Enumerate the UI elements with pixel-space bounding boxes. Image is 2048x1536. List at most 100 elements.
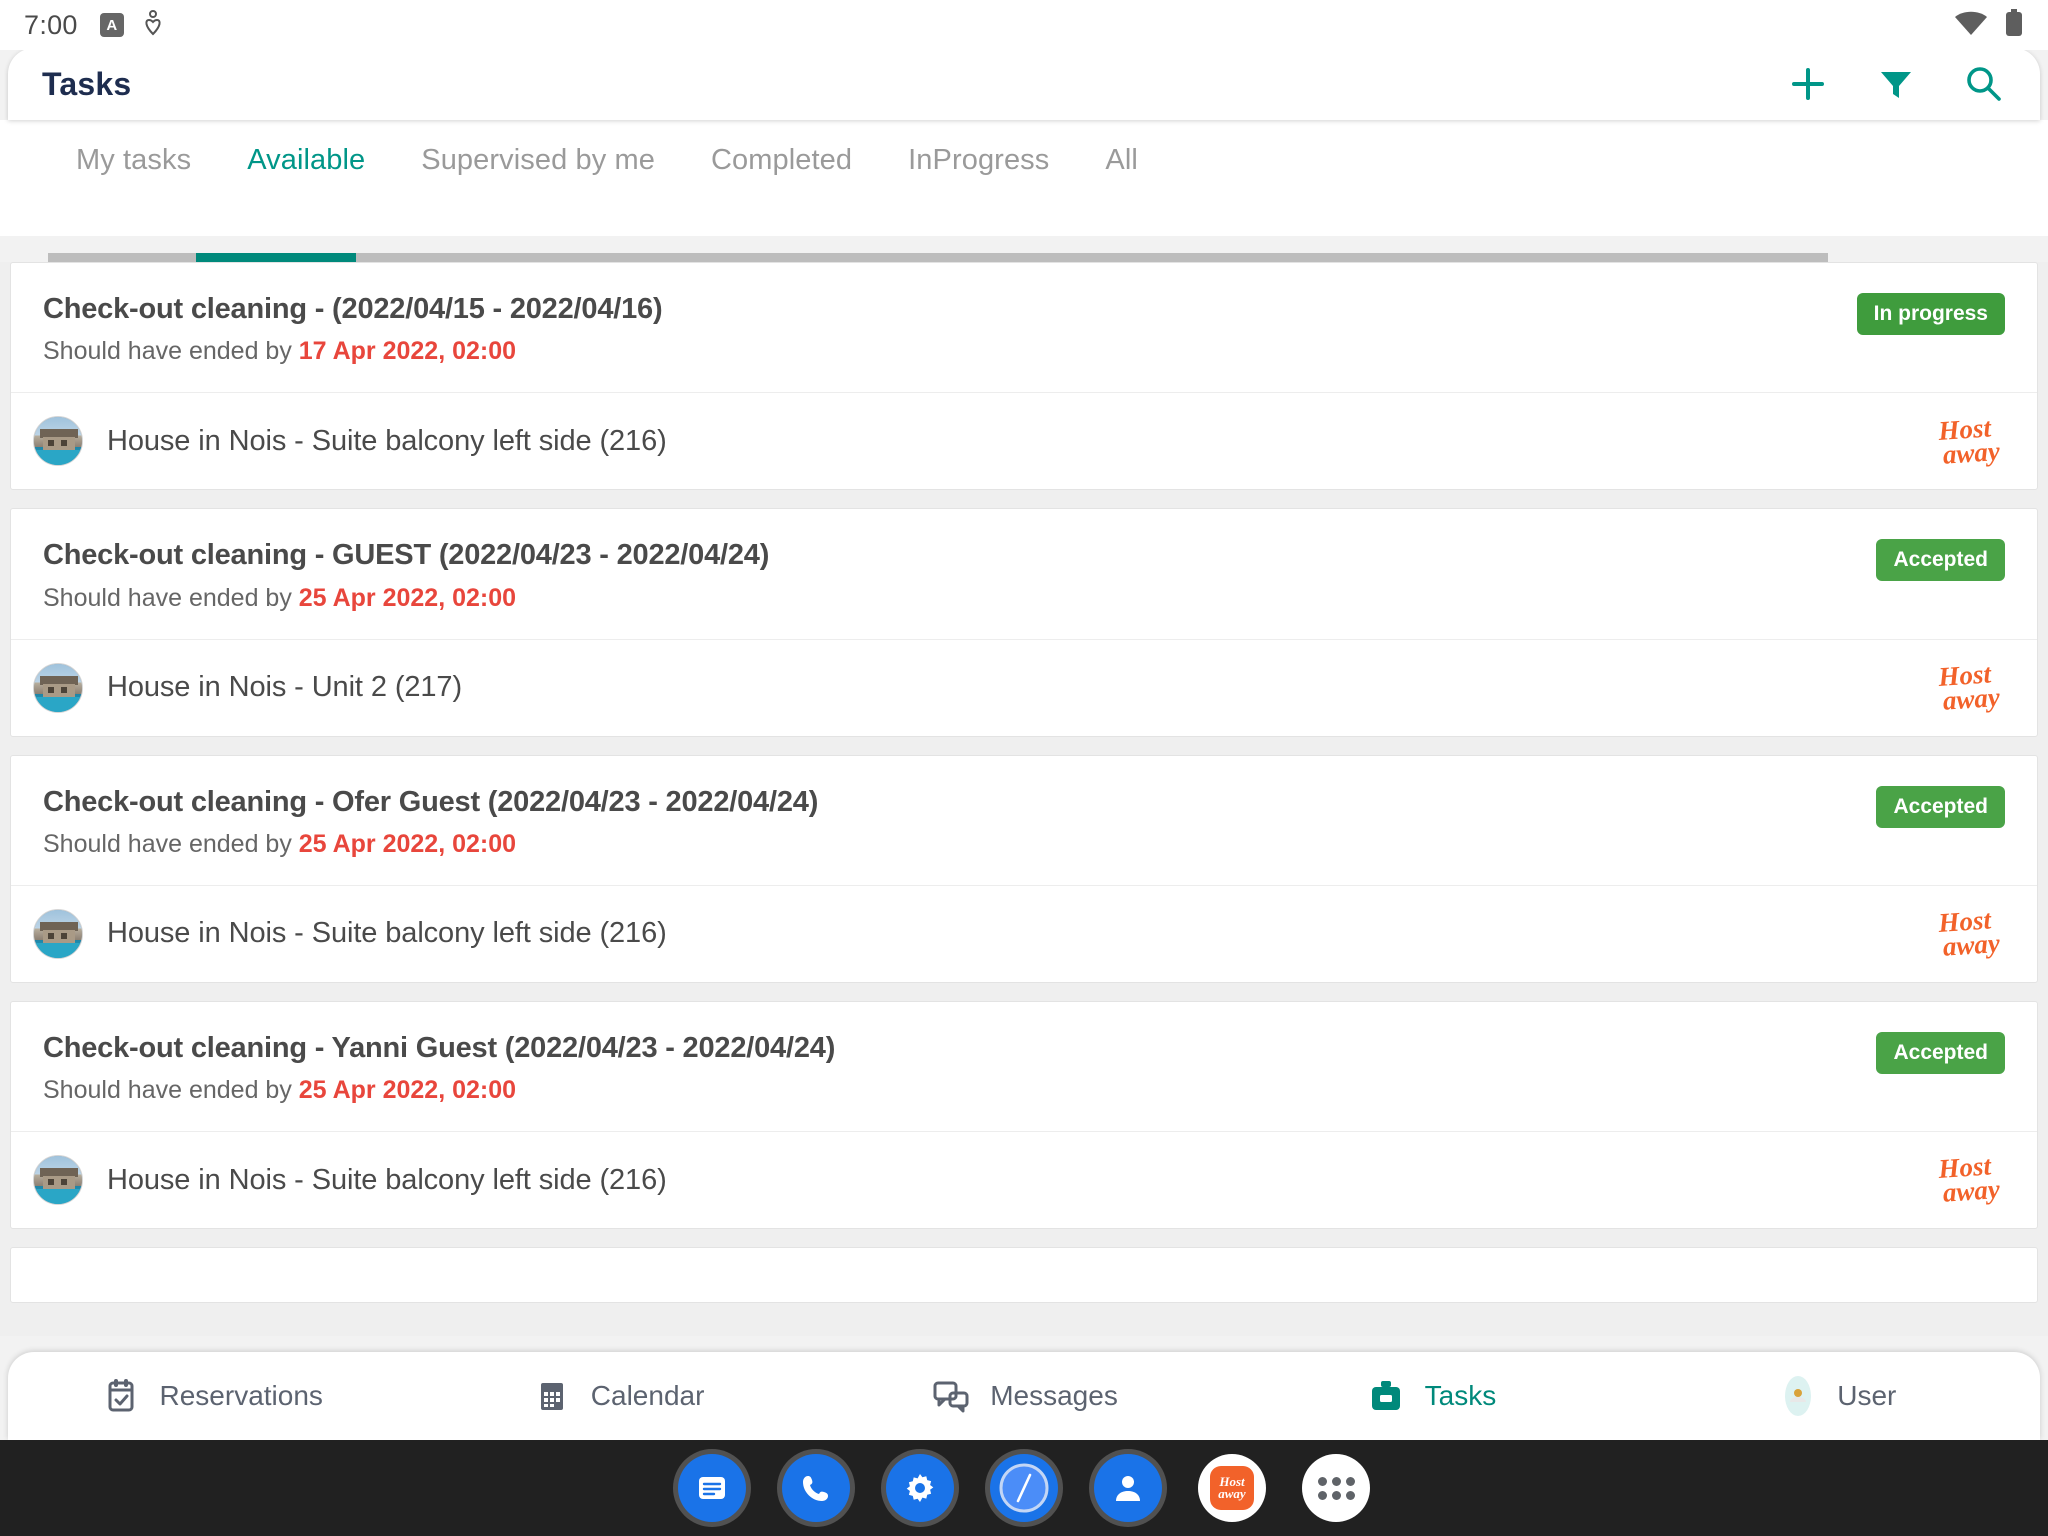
task-due-prefix: Should have ended by	[43, 337, 299, 366]
task-title: Check-out cleaning - Ofer Guest (2022/04…	[43, 785, 819, 818]
page-title: Tasks	[42, 65, 132, 102]
contacts-app-icon[interactable]	[1094, 1454, 1162, 1522]
tab-available[interactable]: Available	[219, 144, 393, 177]
hostaway-app-icon[interactable]: Host away	[1198, 1454, 1266, 1522]
hostaway-logo-icon: Host away	[1210, 1466, 1254, 1510]
task-summary[interactable]: Check-out cleaning - Yanni Guest (2022/0…	[11, 1002, 2037, 1132]
status-badge: In progress	[1856, 293, 2005, 335]
grid-dots-icon	[1317, 1476, 1355, 1500]
task-property-row[interactable]: House in Nois - Unit 2 (217) Host away	[11, 640, 2037, 736]
task-due-date: 25 Apr 2022, 02:00	[298, 1076, 517, 1104]
android-app-badge-icon: A	[99, 13, 124, 37]
task-title: Check-out cleaning - Yanni Guest (2022/0…	[43, 1031, 836, 1064]
wifi-icon	[1954, 10, 1988, 41]
hostaway-channel-logo: Host away	[1930, 658, 2006, 716]
android-dock: Host away	[0, 1440, 2048, 1536]
tab-list: My tasks Available Supervised by me Complet…	[0, 120, 2048, 200]
tab-scrollbar-thumb[interactable]	[196, 253, 356, 262]
clock-app-icon[interactable]	[990, 1454, 1058, 1522]
task-title: Check-out cleaning - (2022/04/15 - 2022/…	[43, 293, 663, 325]
calendar-check-icon	[100, 1375, 142, 1417]
tab-inprogress[interactable]: InProgress	[880, 144, 1077, 177]
task-due-line: Should have ended by 17 Apr 2022, 02:00	[43, 336, 1837, 366]
property-name: House in Nois - Suite balcony left side …	[107, 424, 667, 457]
task-summary[interactable]: Check-out cleaning - Ofer Guest (2022/04…	[11, 756, 2037, 886]
filter-button[interactable]	[1874, 62, 1918, 106]
add-task-button[interactable]	[1786, 62, 1830, 106]
nav-item-tasks[interactable]: Tasks	[1227, 1375, 1633, 1417]
task-due-date: 17 Apr 2022, 02:00	[298, 337, 517, 366]
task-text-block: Check-out cleaning - Ofer Guest (2022/04…	[43, 784, 1856, 859]
property-name: House in Nois - Suite balcony left side …	[107, 917, 667, 950]
app-bar: Tasks	[8, 48, 2040, 120]
property-thumbnail	[33, 908, 83, 959]
tab-bar: My tasks Available Supervised by me Complet…	[0, 120, 2048, 236]
app-bar-actions	[1786, 62, 2006, 106]
status-bar-system-icons	[1954, 8, 2024, 42]
task-card[interactable]: Check-out cleaning - Ofer Guest (2022/04…	[10, 754, 2038, 983]
chat-bubbles-icon	[930, 1375, 972, 1417]
hostaway-logo-line2: away	[1941, 681, 2001, 716]
heart-pin-icon	[142, 9, 164, 41]
task-summary[interactable]: Check-out cleaning - GUEST (2022/04/23 -…	[11, 509, 2037, 640]
task-due-line: Should have ended by 25 Apr 2022, 02:00	[43, 583, 1856, 613]
battery-icon	[2004, 8, 2024, 42]
hostaway-logo-line2: away	[1941, 927, 2001, 962]
status-badge: Accepted	[1876, 539, 2005, 582]
task-property-row[interactable]: House in Nois - Suite balcony left side …	[11, 886, 2037, 982]
tab-my-tasks[interactable]: My tasks	[48, 144, 219, 177]
task-property-row[interactable]: House in Nois - Suite balcony left side …	[11, 1132, 2037, 1228]
task-property-row[interactable]: House in Nois - Suite balcony left side …	[11, 393, 2037, 489]
nav-item-label: Tasks	[1424, 1380, 1497, 1411]
task-due-prefix: Should have ended by	[43, 583, 299, 612]
task-text-block: Check-out cleaning - (2022/04/15 - 2022/…	[43, 291, 1837, 366]
hostaway-channel-logo: Host away	[1930, 412, 2006, 470]
nav-item-messages[interactable]: Messages	[821, 1375, 1227, 1417]
task-due-date: 25 Apr 2022, 02:00	[298, 829, 517, 858]
user-avatar-icon	[1777, 1375, 1819, 1417]
task-due-date: 25 Apr 2022, 02:00	[298, 583, 517, 612]
task-summary[interactable]: Check-out cleaning - (2022/04/15 - 2022/…	[11, 263, 2037, 394]
search-button[interactable]	[1962, 62, 2006, 106]
status-bar: 7:00 A	[0, 0, 2048, 50]
task-list[interactable]: Check-out cleaning - (2022/04/15 - 2022/…	[0, 262, 2048, 1336]
task-title: Check-out cleaning - GUEST (2022/04/23 -…	[43, 539, 770, 572]
hostaway-logo-line2: away	[1941, 1173, 2001, 1208]
app-screen: 7:00 A Tasks My tasks Available Supervis…	[0, 0, 2048, 1536]
status-bar-clock: 7:00	[24, 9, 78, 40]
tab-completed[interactable]: Completed	[683, 144, 880, 177]
status-badge: Accepted	[1876, 785, 2005, 828]
property-thumbnail	[33, 1155, 83, 1205]
nav-item-label: User	[1837, 1380, 1897, 1411]
task-due-line: Should have ended by 25 Apr 2022, 02:00	[43, 1075, 1856, 1105]
task-due-prefix: Should have ended by	[43, 1076, 299, 1104]
hostaway-logo-line2: away	[1941, 435, 2001, 470]
task-card[interactable]: Check-out cleaning - GUEST (2022/04/23 -…	[10, 508, 2038, 737]
nav-item-label: Messages	[990, 1380, 1118, 1411]
task-due-line: Should have ended by 25 Apr 2022, 02:00	[43, 829, 1856, 859]
nav-item-calendar[interactable]: Calendar	[414, 1375, 820, 1417]
task-card[interactable]: Check-out cleaning - (2022/04/15 - 2022/…	[10, 262, 2038, 491]
tab-all[interactable]: All	[1077, 144, 1166, 177]
nav-item-reservations[interactable]: Reservations	[8, 1375, 414, 1417]
property-name: House in Nois - Unit 2 (217)	[107, 671, 463, 703]
nav-item-user[interactable]: User	[1634, 1375, 2040, 1417]
status-badge: Accepted	[1876, 1031, 2005, 1074]
app-drawer-icon[interactable]	[1302, 1454, 1370, 1522]
property-thumbnail	[33, 416, 83, 467]
task-card-partial[interactable]	[10, 1247, 2038, 1303]
bottom-navigation: Reservations Calendar Messages Tasks User	[8, 1352, 2040, 1440]
task-card[interactable]: Check-out cleaning - Yanni Guest (2022/0…	[10, 1000, 2038, 1229]
tab-supervised-by-me[interactable]: Supervised by me	[393, 144, 683, 177]
settings-app-icon[interactable]	[886, 1454, 954, 1522]
hostaway-channel-logo: Host away	[1930, 1151, 2006, 1208]
hostaway-logo-line2: away	[1218, 1486, 1246, 1501]
phone-app-icon[interactable]	[782, 1454, 850, 1522]
task-text-block: Check-out cleaning - Yanni Guest (2022/0…	[43, 1030, 1856, 1105]
calendar-grid-icon	[531, 1375, 573, 1417]
briefcase-icon	[1365, 1375, 1407, 1417]
hostaway-channel-logo: Host away	[1930, 904, 2006, 962]
task-due-prefix: Should have ended by	[43, 829, 299, 858]
messages-app-icon[interactable]	[678, 1454, 746, 1522]
property-name: House in Nois - Suite balcony left side …	[107, 1163, 667, 1196]
